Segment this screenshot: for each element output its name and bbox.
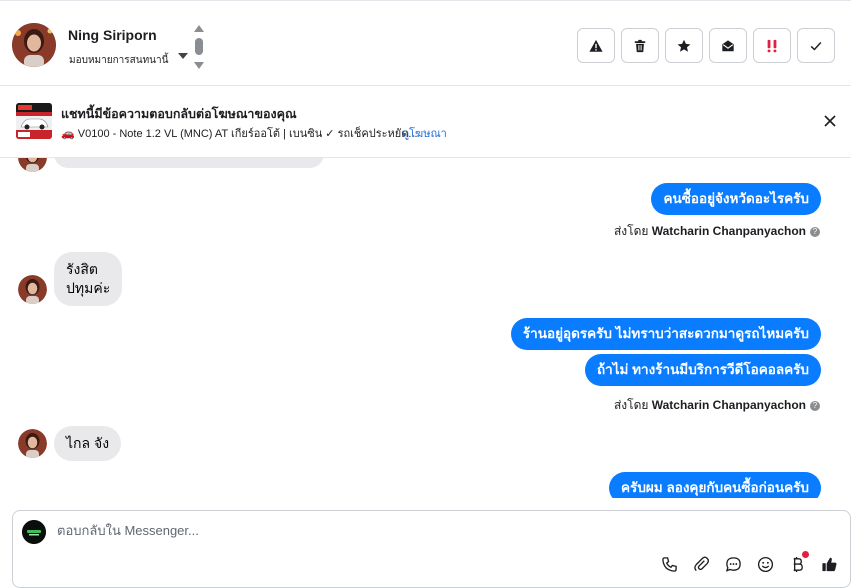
message-bubble-outgoing: ร้านอยู่อุดรครับ ไม่ทราบว่าสะดวกมาดูรถไห…	[510, 318, 821, 350]
star-button[interactable]	[665, 28, 703, 63]
delete-button[interactable]	[621, 28, 659, 63]
view-ad-link[interactable]: ดูโฆษณา	[402, 124, 447, 142]
mark-done-button[interactable]	[797, 28, 835, 63]
trash-icon	[634, 39, 646, 52]
contact-avatar-small	[18, 158, 47, 172]
emoji-icon	[757, 556, 773, 572]
call-button[interactable]	[660, 555, 678, 573]
attachment-icon	[693, 556, 709, 571]
ad-banner-title: แชทนี้มีข้อความตอบกลับต่อโฆษณาของคุณ	[61, 107, 297, 121]
payment-button[interactable]	[788, 551, 809, 573]
mark-unread-icon	[722, 39, 734, 51]
sender-name: Watcharin Chanpanyachon	[651, 224, 806, 238]
saved-reply-icon	[725, 556, 741, 572]
emoji-button[interactable]	[756, 555, 774, 573]
thumbs-up-icon	[821, 557, 836, 571]
chevron-down-icon[interactable]	[177, 51, 189, 61]
mark-unread-button[interactable]	[709, 28, 747, 63]
assign-conversation-label[interactable]: มอบหมายการสนทนานี้	[69, 53, 168, 68]
reply-input[interactable]	[57, 523, 757, 538]
mark-priority-button[interactable]	[753, 28, 791, 63]
conversation-stepper-icon[interactable]	[192, 23, 206, 71]
message-bubble-incoming-partial	[54, 158, 324, 168]
conversation-header: Ning Siriporn มอบหมายการสนทนานี้	[0, 0, 851, 86]
page-avatar	[22, 520, 46, 544]
message-bubble-outgoing: ถ้าไม่ ทางร้านมีบริการวีดีโอคอลครับ	[584, 354, 821, 386]
sent-by-label: ส่งโดย Watcharin Chanpanyachon?	[614, 396, 820, 415]
message-bubble-incoming: ไกล จัง	[54, 426, 122, 461]
sent-by-label: ส่งโดย Watcharin Chanpanyachon?	[614, 222, 820, 241]
message-thread[interactable]: คนซื้ออยู่จังหวัดอะไรครับ ส่งโดย Watchar…	[0, 158, 851, 498]
message-bubble-outgoing: คนซื้ออยู่จังหวัดอะไรครับ	[651, 183, 821, 215]
close-icon[interactable]	[823, 114, 837, 128]
warning-icon	[589, 39, 603, 52]
saved-replies-button[interactable]	[724, 555, 742, 573]
info-icon[interactable]: ?	[810, 401, 820, 411]
report-spam-button[interactable]	[577, 28, 615, 63]
message-text-line: ปทุมค่ะ	[66, 280, 111, 296]
check-icon	[810, 41, 822, 51]
priority-icon	[767, 39, 777, 52]
message-bubble-outgoing: ครับผม ลองคุยกับคนซื้อก่อนครับ	[609, 472, 821, 498]
star-icon	[677, 39, 691, 52]
sent-by-prefix: ส่งโดย	[613, 224, 649, 238]
ad-thumbnail[interactable]	[16, 103, 52, 139]
baht-payment-icon	[793, 556, 803, 572]
contact-avatar[interactable]	[12, 23, 56, 67]
contact-name: Ning Siriporn	[68, 27, 157, 43]
sender-name: Watcharin Chanpanyachon	[651, 398, 806, 412]
phone-icon	[661, 556, 677, 572]
attach-button[interactable]	[692, 555, 710, 573]
message-text-line: รังสิต	[66, 261, 98, 277]
notification-dot	[802, 551, 809, 558]
contact-avatar-small	[18, 275, 47, 304]
send-like-button[interactable]	[820, 555, 838, 573]
info-icon[interactable]: ?	[810, 227, 820, 237]
ad-description: 🚗 V0100 - Note 1.2 VL (MNC) AT เกียร์ออโ…	[61, 128, 418, 140]
sent-by-prefix: ส่งโดย	[613, 398, 649, 412]
message-bubble-incoming: รังสิต ปทุมค่ะ	[54, 252, 123, 306]
reply-composer	[12, 510, 851, 588]
contact-avatar-small	[18, 429, 47, 458]
